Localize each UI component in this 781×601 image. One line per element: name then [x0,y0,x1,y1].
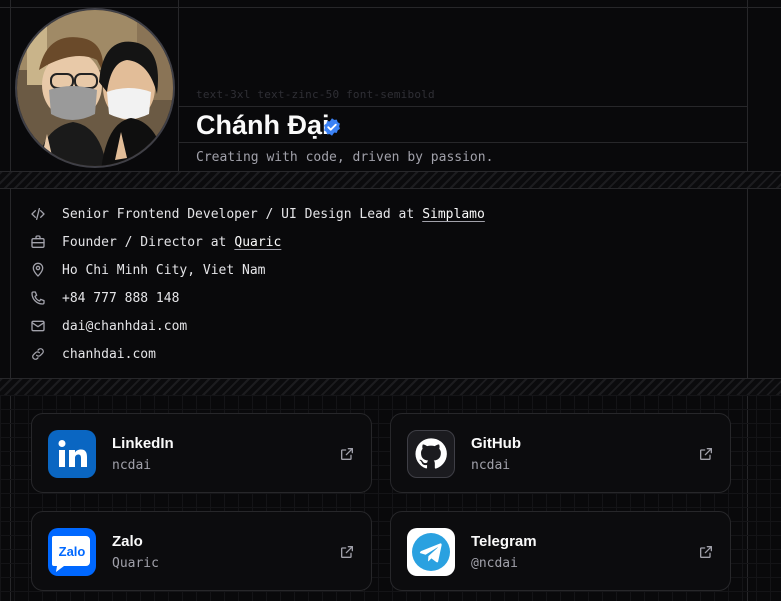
social-handle: ncdai [471,458,511,473]
github-logo-icon [407,430,455,478]
social-handle: @ncdai [471,556,518,571]
quaric-link[interactable]: Quaric [234,235,281,250]
linkedin-logo-icon [48,430,96,478]
profile-tagline: Creating with code, driven by passion. [196,150,494,165]
profile-name: Chánh Đại [196,110,330,140]
telegram-logo-icon [407,528,455,576]
external-link-icon [341,546,353,558]
info-phone[interactable]: +84 777 888 148 [30,288,179,308]
hatch-divider-1 [0,171,781,189]
social-handle: ncdai [112,458,152,473]
info-job-primary: Senior Frontend Developer / UI Design Le… [30,204,485,224]
social-title: Telegram [471,533,537,550]
external-link-icon [700,546,712,558]
phone-text: +84 777 888 148 [62,290,180,306]
social-handle: Quaric [112,556,159,571]
job-secondary-text: Founder / Director at [62,234,227,250]
name-line [178,106,747,107]
class-hint-text: text-3xl text-zinc-50 font-semibold [196,88,435,101]
code-icon [31,208,45,220]
social-title: LinkedIn [112,435,174,452]
link-icon [32,348,44,360]
phone-icon [31,291,45,305]
info-job-secondary: Founder / Director at Quaric [30,232,281,252]
hatch-divider-2 [0,378,781,396]
website-text: chanhdai.com [62,346,156,362]
social-card-linkedin[interactable]: LinkedIn ncdai [31,413,372,493]
svg-text:Zalo: Zalo [59,544,86,559]
verified-badge-icon [324,118,340,136]
location-text: Ho Chi Minh City, Viet Nam [62,262,266,278]
info-website[interactable]: chanhdai.com [30,344,156,364]
social-card-zalo[interactable]: Zalo Zalo Quaric [31,511,372,591]
avatar [15,8,175,168]
briefcase-icon [31,235,45,248]
social-title: GitHub [471,435,521,452]
zalo-logo-icon: Zalo [48,528,96,576]
social-card-telegram[interactable]: Telegram @ncdai [390,511,731,591]
social-card-github[interactable]: GitHub ncdai [390,413,731,493]
tagline-line [178,142,747,143]
simplamo-link[interactable]: Simplamo [422,207,485,222]
mail-icon [31,320,45,332]
external-link-icon [341,448,353,460]
email-text: dai@chanhdai.com [62,318,188,334]
header-line-top [0,7,781,8]
avatar-divider [178,0,179,172]
job-primary-text: Senior Frontend Developer / UI Design Le… [62,206,415,222]
map-pin-icon [32,262,44,277]
social-title: Zalo [112,533,143,550]
info-email[interactable]: dai@chanhdai.com [30,316,187,336]
external-link-icon [700,448,712,460]
info-location: Ho Chi Minh City, Viet Nam [30,260,266,280]
